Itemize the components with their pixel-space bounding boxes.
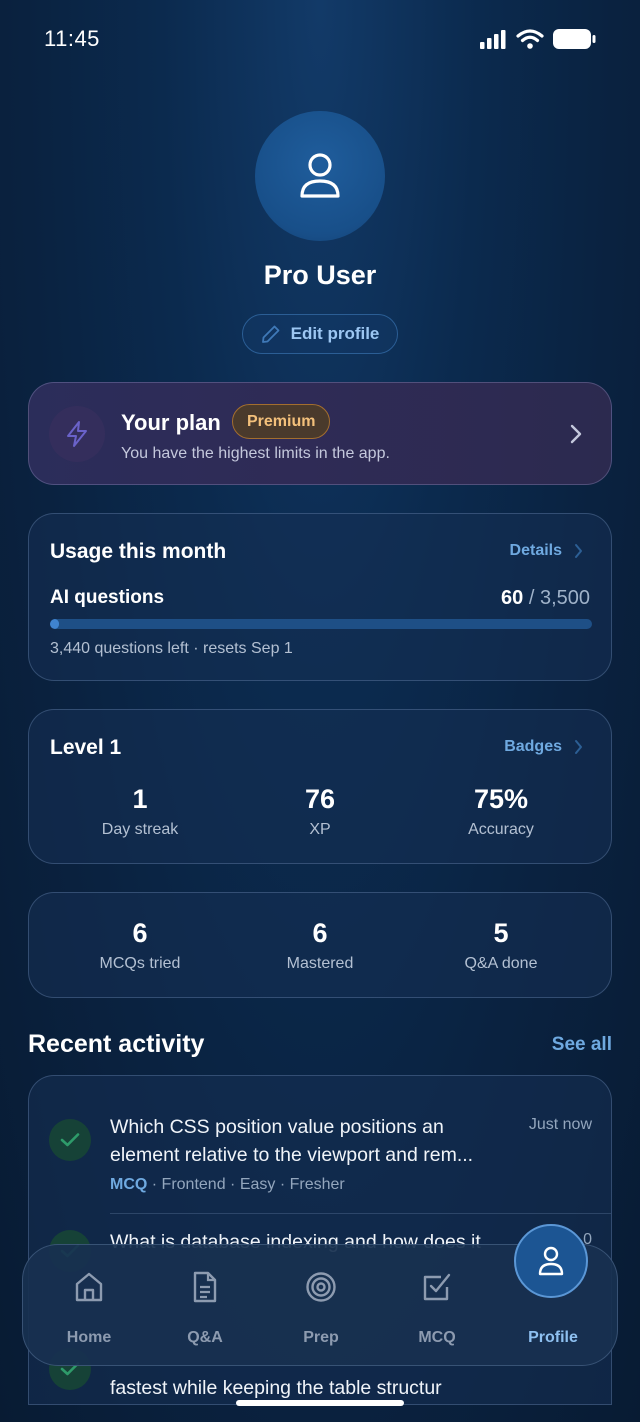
plan-subtitle: You have the highest limits in the app.: [121, 445, 390, 462]
checkbox-icon: [423, 1273, 451, 1301]
status-icons: [480, 28, 596, 50]
plan-icon-wrap: [49, 406, 105, 462]
usage-progress-fill: [50, 619, 60, 629]
activity-level: · Fresher: [279, 1176, 345, 1193]
profile-tab-icon-button[interactable]: [514, 1224, 588, 1298]
stat-value: 1: [132, 784, 148, 814]
tab-label: Q&A: [187, 1329, 223, 1346]
chevron-right-icon: [575, 740, 582, 754]
stat-value: 6: [312, 918, 328, 948]
wifi-icon: [516, 29, 544, 49]
usage-used: 60: [501, 587, 524, 609]
stat-mcqs-tried: 6 MCQs tried: [50, 918, 230, 973]
stat-value: 76: [304, 784, 336, 814]
activity-time: Just now: [528, 1116, 592, 1133]
tab-label: Profile: [528, 1329, 578, 1346]
stat-label: XP: [309, 821, 331, 838]
completed-check: [49, 1119, 91, 1161]
chevron-right-icon: [570, 424, 582, 444]
usage-total: / 3,500: [528, 587, 590, 609]
totals-card: 6 MCQs tried 6 Mastered 5 Q&A done: [28, 892, 612, 998]
badges-label: Badges: [504, 738, 562, 755]
activity-question: Which CSS position value positions an el…: [110, 1116, 474, 1166]
badges-link[interactable]: Badges: [504, 738, 583, 756]
home-indicator: [236, 1400, 404, 1406]
stat-label: Accuracy: [468, 821, 534, 838]
plan-title: Your plan: [121, 410, 221, 435]
target-icon: [306, 1272, 336, 1302]
signal-icon: [480, 30, 506, 49]
activity-topic: · Frontend: [151, 1176, 226, 1193]
stat-label: Day streak: [101, 821, 179, 838]
usage-value: 60 / 3,500: [501, 587, 590, 610]
document-icon: [193, 1271, 217, 1303]
stat-xp: 76 XP: [230, 784, 410, 839]
chevron-right-icon: [575, 544, 582, 558]
tab-label: Prep: [303, 1329, 339, 1346]
status-bar: 11:45: [0, 0, 640, 80]
edit-profile-button[interactable]: Edit profile: [242, 314, 398, 354]
profile-name: Pro User: [263, 260, 377, 290]
usage-label: AI questions: [50, 587, 165, 608]
activity-question: fastest while keeping the table structur: [110, 1377, 442, 1399]
recent-activity-title: Recent activity: [28, 1030, 205, 1058]
tab-mcq[interactable]: MCQ: [379, 1245, 495, 1367]
details-link[interactable]: Details: [510, 542, 583, 560]
stat-value: 75%: [473, 784, 529, 814]
tab-qa[interactable]: Q&A: [147, 1245, 263, 1367]
activity-tag: MCQ: [110, 1176, 148, 1193]
status-time: 11:45: [44, 26, 100, 51]
tab-label: Home: [66, 1329, 112, 1346]
pencil-icon: [261, 325, 280, 343]
home-icon: [75, 1272, 103, 1302]
plan-badge: Premium: [232, 404, 331, 439]
stat-label: MCQs tried: [99, 955, 181, 972]
tab-prep[interactable]: Prep: [263, 1245, 379, 1367]
stat-day-streak: 1 Day streak: [50, 784, 230, 839]
activity-difficulty: · Easy: [230, 1176, 276, 1193]
stat-value: 6: [132, 918, 148, 948]
avatar[interactable]: [255, 111, 385, 241]
edit-profile-label: Edit profile: [290, 324, 380, 343]
activity-meta: MCQ · Frontend · Easy · Fresher: [110, 1176, 345, 1194]
usage-note: 3,440 questions left · resets Sep 1: [50, 640, 293, 657]
stat-label: Q&A done: [464, 955, 538, 972]
see-all-link[interactable]: See all: [552, 1034, 612, 1056]
details-label: Details: [509, 542, 562, 559]
user-icon: [538, 1246, 564, 1276]
stat-value: 5: [493, 918, 509, 948]
usage-card: Usage this month Details AI questions 60…: [28, 513, 612, 681]
tab-home[interactable]: Home: [31, 1245, 147, 1367]
stat-accuracy: 75% Accuracy: [411, 784, 591, 839]
checkmark-icon: [60, 1133, 80, 1147]
stat-mastered: 6 Mastered: [230, 918, 410, 973]
lightning-icon: [67, 421, 87, 447]
level-title: Level 1: [50, 736, 122, 759]
level-card: Level 1 Badges 1 Day streak 76 XP 75% Ac…: [28, 709, 612, 864]
stat-label: Mastered: [286, 955, 354, 972]
stat-qa-done: 5 Q&A done: [411, 918, 591, 973]
user-icon: [300, 153, 340, 198]
battery-icon: [553, 29, 596, 49]
tab-label: MCQ: [418, 1329, 456, 1346]
plan-card[interactable]: Your plan Premium You have the highest l…: [28, 382, 612, 485]
list-item[interactable]: Which CSS position value positions an el…: [29, 1076, 611, 1213]
usage-progress-bar: [50, 619, 592, 629]
usage-title: Usage this month: [50, 540, 227, 563]
